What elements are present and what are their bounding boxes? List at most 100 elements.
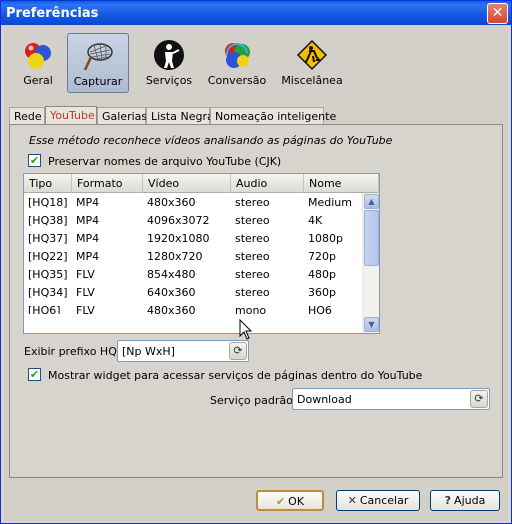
cancel-label: Cancelar — [359, 494, 409, 507]
table-row[interactable]: [HQ6] FLV 480x360 mono HQ6 — [24, 302, 362, 314]
table-row[interactable]: [HQ22] MP4 1280x720 stereo 720p — [24, 248, 362, 266]
show-widget-label: Mostrar widget para acessar serviços de … — [48, 369, 423, 382]
cell-nome: 720p — [308, 250, 336, 263]
cell-audio: mono — [235, 304, 267, 314]
check-icon: ✔ — [275, 495, 286, 508]
toolbar-item-miscelanea[interactable]: Miscelânea — [278, 33, 346, 93]
cell-tipo: [HQ6] — [28, 304, 61, 314]
help-icon: ? — [444, 494, 452, 507]
help-button[interactable]: ? Ajuda — [430, 490, 500, 511]
cell-nome: 4K — [308, 214, 323, 227]
cell-tipo: [HQ37] — [28, 232, 68, 245]
toolbar-label: Conversão — [207, 74, 267, 87]
default-service-value: Download — [297, 393, 352, 406]
close-icon: ✕ — [347, 494, 357, 507]
default-service-combo[interactable]: Download ⟳ — [292, 388, 490, 410]
cell-tipo: [HQ35] — [28, 268, 68, 281]
scroll-up-button[interactable]: ▲ — [364, 194, 379, 209]
toolbar-label: Geral — [23, 74, 53, 87]
show-widget-checkbox[interactable]: ✔ — [28, 368, 41, 381]
tab-youtube[interactable]: YouTube — [45, 106, 97, 126]
cell-formato: MP4 — [76, 250, 100, 263]
column-header-audio[interactable]: Audio — [231, 174, 304, 193]
cell-formato: MP4 — [76, 196, 100, 209]
toolbar-item-capturar[interactable]: Capturar — [67, 33, 129, 93]
scroll-down-button[interactable]: ▼ — [364, 317, 379, 332]
preserve-names-checkbox[interactable]: ✔ — [28, 154, 41, 167]
cell-tipo: [HQ22] — [28, 250, 68, 263]
toolbar-label: Miscelânea — [281, 74, 343, 87]
default-service-label: Serviço padrão — [210, 394, 293, 407]
service-person-icon — [154, 40, 184, 70]
column-header-nome[interactable]: Nome — [304, 174, 379, 193]
cell-nome: 480p — [308, 268, 336, 281]
cell-formato: MP4 — [76, 214, 100, 227]
toolbar-item-geral[interactable]: Geral — [10, 33, 66, 93]
tab-galerias[interactable]: Galerias — [97, 107, 147, 125]
column-header-tipo[interactable]: Tipo — [24, 174, 72, 193]
cell-video: 480x360 — [147, 196, 196, 209]
cell-video: 480x360 — [147, 304, 196, 314]
table-row[interactable]: [HQ18] MP4 480x360 stereo Medium — [24, 194, 362, 212]
tab-rede[interactable]: Rede — [9, 107, 45, 125]
conversion-balls-icon — [225, 43, 250, 68]
default-service-combo-button[interactable]: ⟳ — [470, 390, 488, 408]
toolbar-item-conversao[interactable]: Conversão — [204, 33, 270, 93]
tab-lista-negra[interactable]: Lista Negra — [146, 107, 214, 125]
cell-audio: stereo — [235, 214, 270, 227]
cell-formato: FLV — [76, 286, 95, 299]
category-toolbar: Geral Capturar Serviços Conversão Miscel… — [10, 33, 350, 95]
prefix-combo-button[interactable]: ⟳ — [229, 342, 247, 360]
scroll-thumb[interactable] — [364, 210, 379, 266]
cell-tipo: [HQ18] — [28, 196, 68, 209]
cell-tipo: [HQ34] — [28, 286, 68, 299]
cell-video: 640x360 — [147, 286, 196, 299]
table-header: Tipo Formato Vídeo Audio Nome — [24, 174, 379, 193]
net-icon — [83, 43, 113, 71]
table-row[interactable]: [HQ34] FLV 640x360 stereo 360p — [24, 284, 362, 302]
cell-tipo: [HQ38] — [28, 214, 68, 227]
toolbar-label: Serviços — [145, 74, 193, 87]
cell-audio: stereo — [235, 286, 270, 299]
cell-nome: HQ6 — [308, 304, 332, 314]
ok-label: OK — [288, 495, 305, 508]
cell-nome: Medium — [308, 196, 352, 209]
cell-audio: stereo — [235, 232, 270, 245]
cell-audio: stereo — [235, 268, 270, 281]
cell-nome: 1080p — [308, 232, 343, 245]
cancel-button[interactable]: ✕ Cancelar — [336, 490, 420, 511]
cell-video: 1920x1080 — [147, 232, 210, 245]
mouse-pointer-icon — [239, 319, 253, 340]
cell-video: 854x480 — [147, 268, 196, 281]
toolbar-label: Capturar — [73, 75, 123, 88]
cell-audio: stereo — [235, 196, 270, 209]
cell-formato: FLV — [76, 304, 95, 314]
window-title: Preferências — [6, 6, 99, 21]
formats-table[interactable]: Tipo Formato Vídeo Audio Nome [HQ18] MP4… — [23, 173, 380, 334]
cell-nome: 360p — [308, 286, 336, 299]
method-description: Esse método reconhece vídeos analisando … — [29, 134, 393, 147]
title-bar[interactable]: Preferências ✕ — [1, 1, 511, 25]
cell-formato: FLV — [76, 268, 95, 281]
table-row[interactable]: [HQ37] MP4 1920x1080 stereo 1080p — [24, 230, 362, 248]
construction-sign-icon — [296, 39, 328, 71]
table-scrollbar[interactable]: ▲ ▼ — [362, 193, 379, 333]
prefix-combo[interactable]: [Np WxH] ⟳ — [117, 340, 249, 362]
prefix-label: Exibir prefixo HQ — [24, 345, 117, 358]
prefix-value: [Np WxH] — [122, 345, 175, 358]
column-header-formato[interactable]: Formato — [72, 174, 143, 193]
client-area: Geral Capturar Serviços Conversão Miscel… — [4, 25, 508, 521]
column-header-video[interactable]: Vídeo — [143, 174, 231, 193]
balls-icon — [25, 43, 51, 69]
close-button[interactable]: ✕ — [487, 3, 508, 24]
table-row[interactable]: [HQ35] FLV 854x480 stereo 480p — [24, 266, 362, 284]
cell-audio: stereo — [235, 250, 270, 263]
tab-nomeacao-inteligente[interactable]: Nomeação inteligente — [210, 107, 336, 125]
ok-button[interactable]: ✔ OK — [256, 490, 324, 511]
help-label: Ajuda — [454, 494, 486, 507]
cell-video: 4096x3072 — [147, 214, 210, 227]
preferences-window: Preferências ✕ Geral Capturar Serviços C… — [0, 0, 512, 524]
table-row[interactable]: [HQ38] MP4 4096x3072 stereo 4K — [24, 212, 362, 230]
cell-video: 1280x720 — [147, 250, 203, 263]
toolbar-item-servicos[interactable]: Serviços — [138, 33, 200, 93]
